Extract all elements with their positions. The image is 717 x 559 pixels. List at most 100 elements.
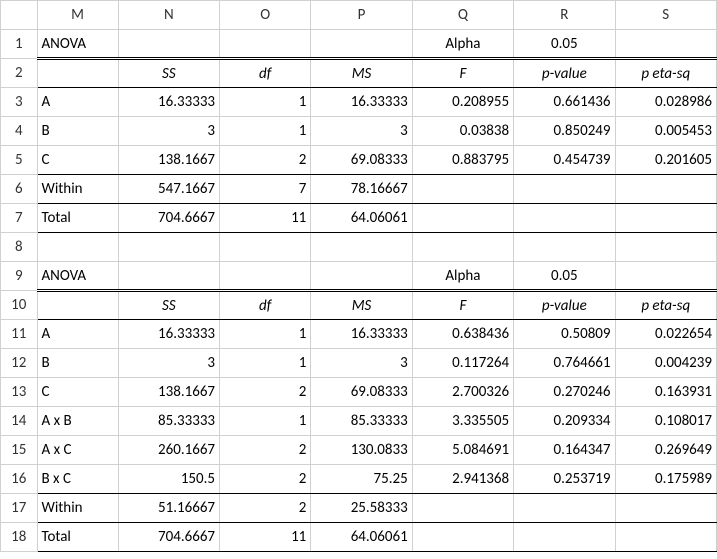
cell[interactable]	[615, 30, 716, 59]
alpha-label[interactable]: Alpha	[412, 262, 513, 291]
cell[interactable]	[220, 262, 311, 291]
col-header-P[interactable]: P	[311, 1, 412, 30]
cell[interactable]: 64.06061	[311, 204, 412, 233]
cell[interactable]: 0.269649	[615, 436, 716, 465]
source-name[interactable]: C	[37, 146, 118, 175]
cell[interactable]	[412, 494, 513, 523]
source-name[interactable]: A	[37, 320, 118, 349]
source-name[interactable]: Within	[37, 175, 118, 204]
row-header[interactable]: 6	[1, 175, 38, 204]
cell[interactable]: 0.270246	[514, 378, 615, 407]
source-name[interactable]: Total	[37, 204, 118, 233]
cell[interactable]: 2.941368	[412, 465, 513, 494]
cell[interactable]: 2	[220, 146, 311, 175]
cell[interactable]: 3	[311, 117, 412, 146]
cell[interactable]: 547.1667	[118, 175, 219, 204]
col-header-S[interactable]: S	[615, 1, 716, 30]
hdr-ss[interactable]: SS	[118, 59, 219, 88]
cell[interactable]: 0.028986	[615, 88, 716, 117]
anova-title[interactable]: ANOVA	[37, 30, 118, 59]
source-name[interactable]: A	[37, 88, 118, 117]
row-header[interactable]: 8	[1, 233, 38, 262]
cell[interactable]: 1	[220, 88, 311, 117]
cell[interactable]	[118, 233, 219, 262]
cell[interactable]: 78.16667	[311, 175, 412, 204]
cell[interactable]: 704.6667	[118, 204, 219, 233]
spreadsheet-grid[interactable]: M N O P Q R S 1 ANOVA Alpha 0.05 2 SS df…	[0, 0, 717, 552]
cell[interactable]: 0.117264	[412, 349, 513, 378]
cell[interactable]: 0.661436	[514, 88, 615, 117]
cell[interactable]	[37, 233, 118, 262]
cell[interactable]	[514, 233, 615, 262]
cell[interactable]: 0.253719	[514, 465, 615, 494]
cell[interactable]: 85.33333	[118, 407, 219, 436]
cell[interactable]	[220, 30, 311, 59]
cell[interactable]: 0.175989	[615, 465, 716, 494]
cell[interactable]: 0.03838	[412, 117, 513, 146]
alpha-label[interactable]: Alpha	[412, 30, 513, 59]
hdr-ms[interactable]: MS	[311, 291, 412, 320]
cell[interactable]	[412, 233, 513, 262]
hdr-f[interactable]: F	[412, 291, 513, 320]
cell[interactable]: 25.58333	[311, 494, 412, 523]
cell[interactable]: 3	[311, 349, 412, 378]
cell[interactable]	[220, 233, 311, 262]
row-header[interactable]: 13	[1, 378, 38, 407]
cell[interactable]	[37, 59, 118, 88]
cell[interactable]: 0.005453	[615, 117, 716, 146]
cell[interactable]: 0.004239	[615, 349, 716, 378]
hdr-ss[interactable]: SS	[118, 291, 219, 320]
row-header[interactable]: 17	[1, 494, 38, 523]
row-header[interactable]: 10	[1, 291, 38, 320]
cell[interactable]	[412, 204, 513, 233]
row-header[interactable]: 5	[1, 146, 38, 175]
cell[interactable]: 0.638436	[412, 320, 513, 349]
cell[interactable]: 7	[220, 175, 311, 204]
cell[interactable]: 75.25	[311, 465, 412, 494]
cell[interactable]	[311, 262, 412, 291]
cell[interactable]: 0.209334	[514, 407, 615, 436]
alpha-value[interactable]: 0.05	[514, 262, 615, 291]
source-name[interactable]: B	[37, 349, 118, 378]
cell[interactable]: 2	[220, 465, 311, 494]
cell[interactable]: 85.33333	[311, 407, 412, 436]
row-header[interactable]: 7	[1, 204, 38, 233]
anova-title[interactable]: ANOVA	[37, 262, 118, 291]
cell[interactable]	[514, 494, 615, 523]
cell[interactable]: 0.764661	[514, 349, 615, 378]
cell[interactable]: 2	[220, 378, 311, 407]
cell[interactable]	[514, 175, 615, 204]
cell[interactable]: 64.06061	[311, 523, 412, 552]
cell[interactable]: 3	[118, 349, 219, 378]
cell[interactable]: 0.108017	[615, 407, 716, 436]
cell[interactable]: 138.1667	[118, 378, 219, 407]
corner-cell[interactable]	[1, 1, 38, 30]
cell[interactable]: 2	[220, 436, 311, 465]
row-header[interactable]: 16	[1, 465, 38, 494]
cell[interactable]: 1	[220, 349, 311, 378]
cell[interactable]: 1	[220, 117, 311, 146]
hdr-pval[interactable]: p-value	[514, 291, 615, 320]
cell[interactable]: 16.33333	[118, 320, 219, 349]
hdr-pval[interactable]: p-value	[514, 59, 615, 88]
cell[interactable]: 16.33333	[311, 88, 412, 117]
row-header[interactable]: 4	[1, 117, 38, 146]
cell[interactable]: 11	[220, 204, 311, 233]
hdr-df[interactable]: df	[220, 291, 311, 320]
cell[interactable]	[514, 523, 615, 552]
cell[interactable]: 150.5	[118, 465, 219, 494]
cell[interactable]	[311, 233, 412, 262]
cell[interactable]: 51.16667	[118, 494, 219, 523]
source-name[interactable]: B x C	[37, 465, 118, 494]
cell[interactable]: 0.50809	[514, 320, 615, 349]
row-header[interactable]: 18	[1, 523, 38, 552]
cell[interactable]: 3.335505	[412, 407, 513, 436]
cell[interactable]: 130.0833	[311, 436, 412, 465]
cell[interactable]	[615, 175, 716, 204]
cell[interactable]: 0.883795	[412, 146, 513, 175]
cell[interactable]: 0.850249	[514, 117, 615, 146]
cell[interactable]	[615, 523, 716, 552]
row-header[interactable]: 14	[1, 407, 38, 436]
cell[interactable]: 138.1667	[118, 146, 219, 175]
col-header-O[interactable]: O	[220, 1, 311, 30]
